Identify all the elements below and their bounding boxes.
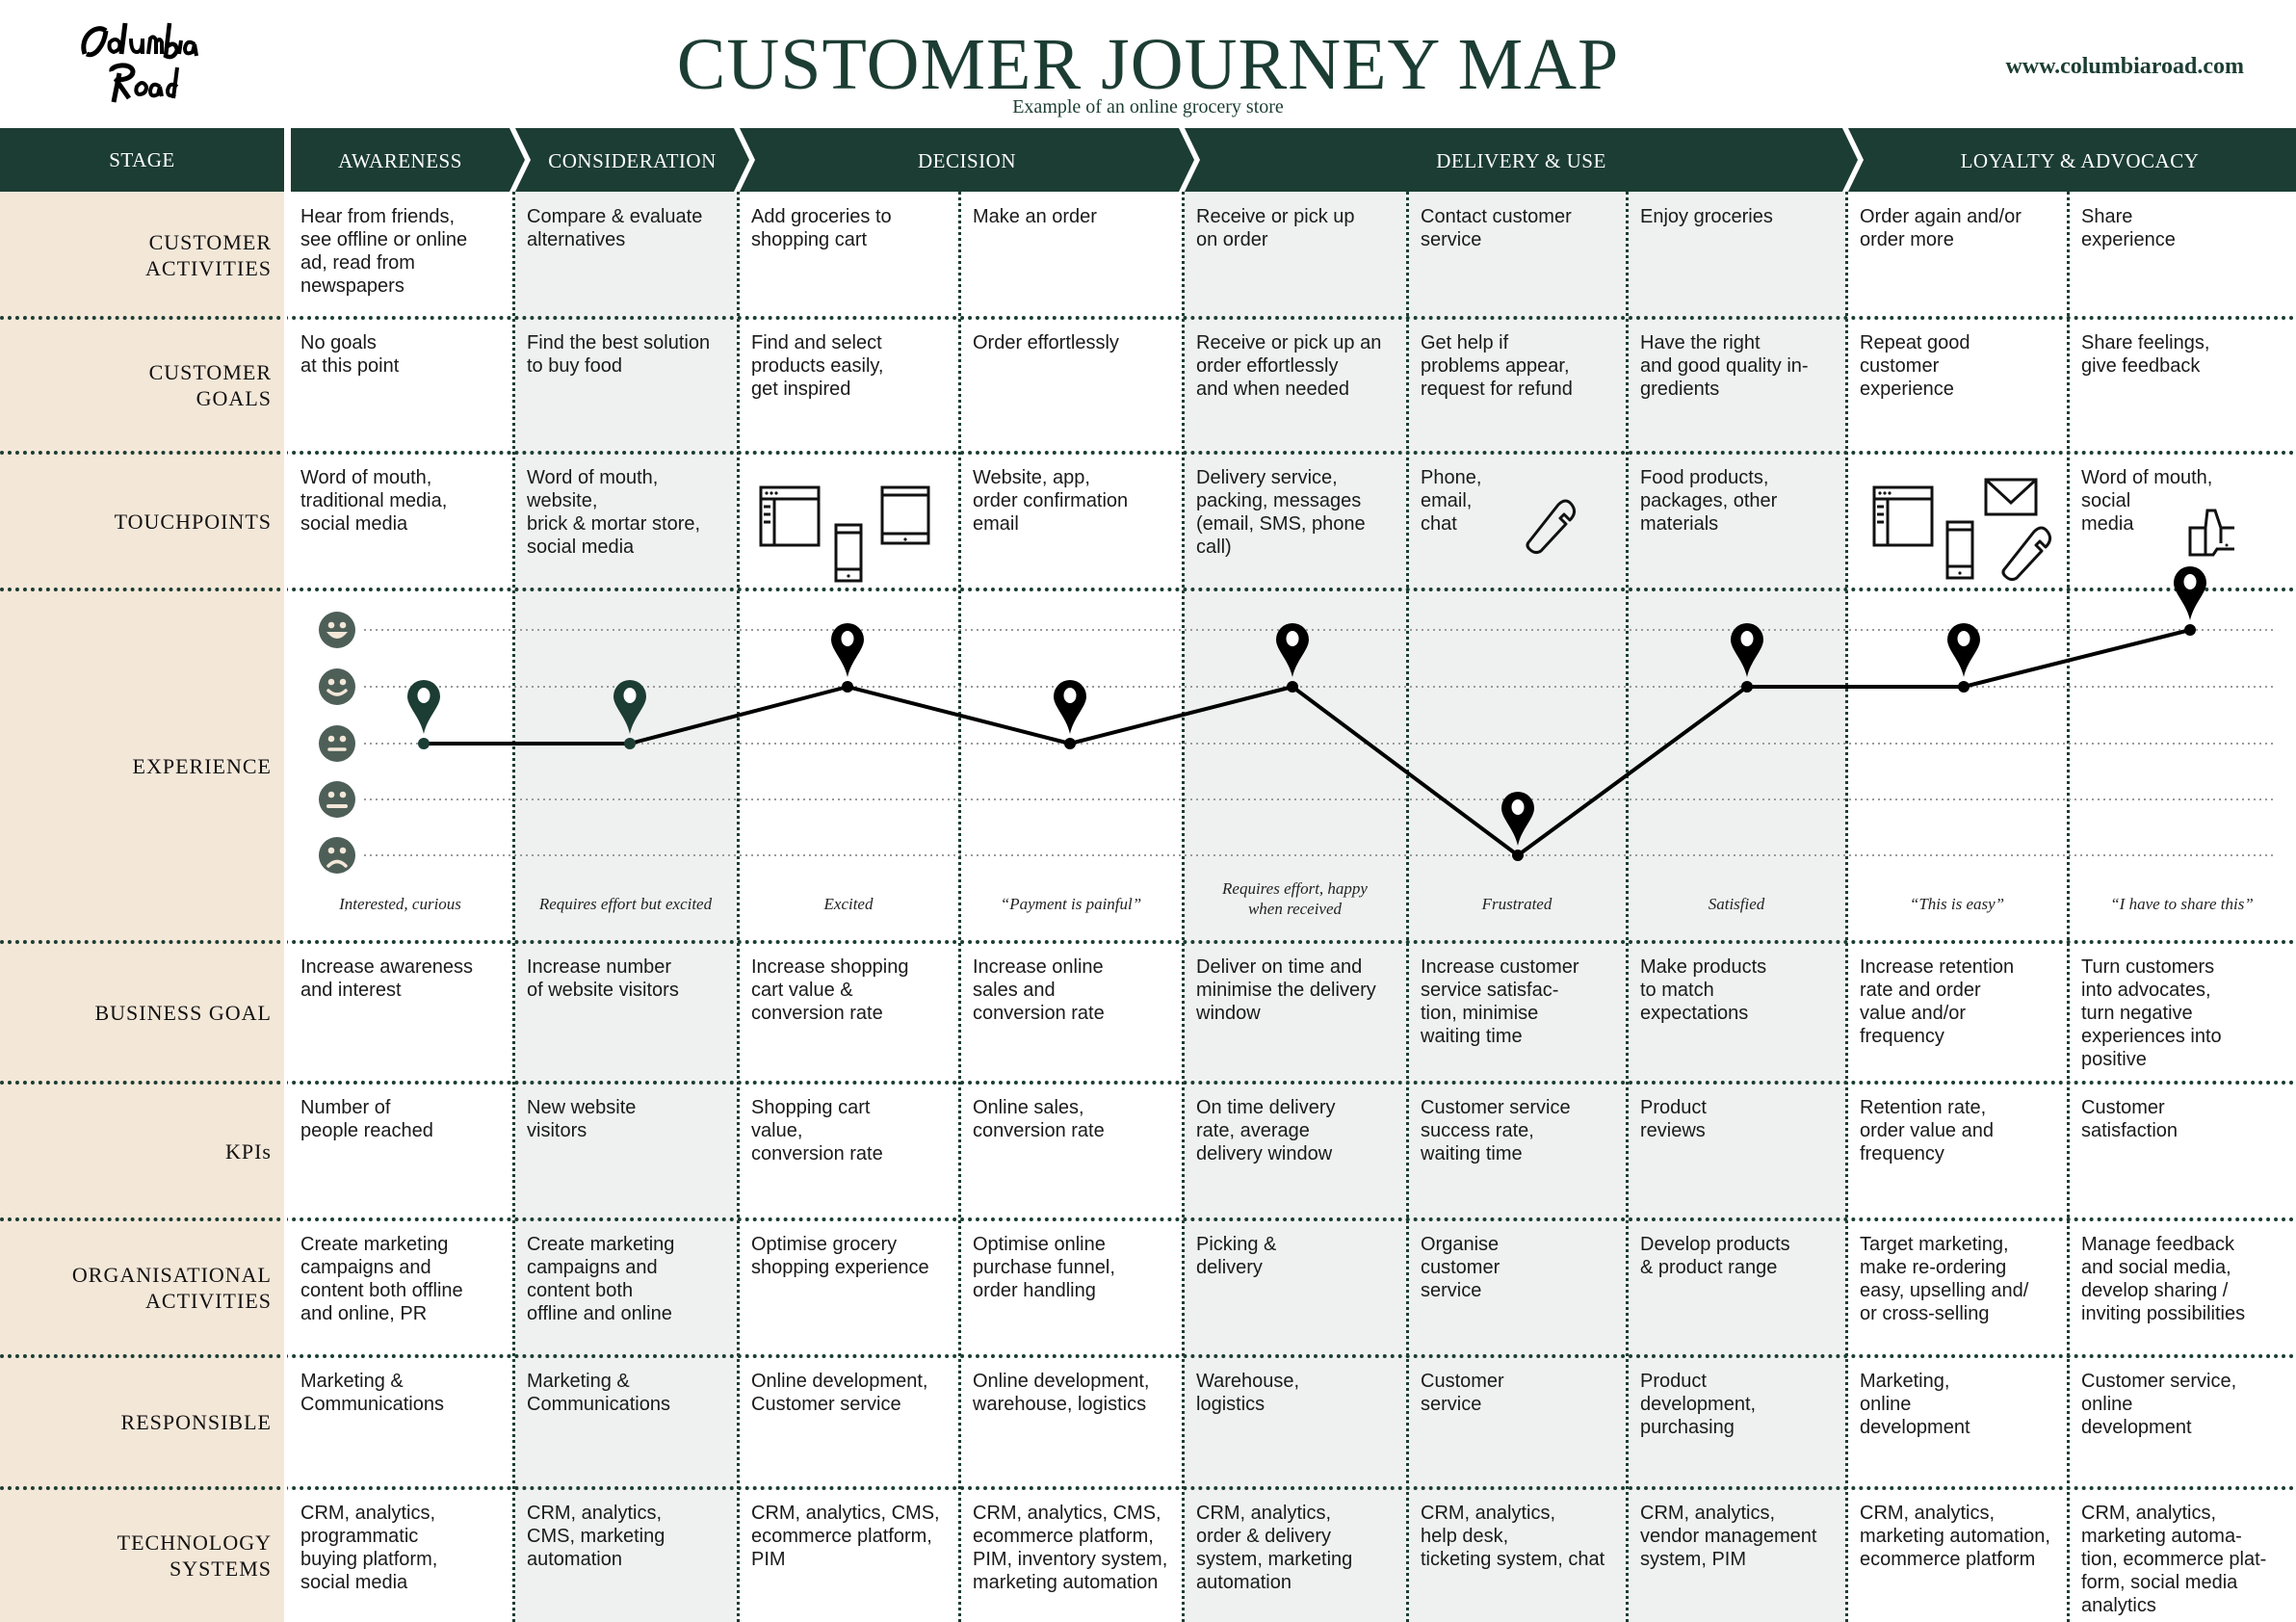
experience-point: [1741, 681, 1753, 693]
experience-point: [1287, 681, 1298, 693]
smartphone-icon: [834, 523, 863, 583]
emotion-label: “This is easy”: [1909, 895, 2005, 913]
sad-face-icon: [319, 837, 355, 874]
experience-point: [1512, 850, 1524, 861]
emotion-label: Excited: [823, 895, 874, 913]
emotion-label: Requires effort but excited: [538, 895, 713, 913]
experience-point: [418, 738, 430, 749]
experience-point: [2184, 624, 2196, 636]
emotion-label: Frustrated: [1481, 895, 1552, 913]
emotion-label: Requires effort, happy when received: [1222, 879, 1368, 918]
happy-face-icon: [319, 668, 355, 705]
very-happy-face-icon: [319, 612, 355, 648]
experience-point: [1064, 738, 1076, 749]
thumbs-up-icon: [2188, 509, 2234, 557]
experience-point: [1958, 681, 1970, 693]
browser-window-icon: [759, 485, 821, 547]
phone-handset-icon: [2001, 526, 2052, 582]
neutral-face-icon: [319, 725, 355, 762]
emotion-label: Interested, curious: [339, 895, 461, 913]
emotion-label: “Payment is painful”: [1000, 895, 1142, 913]
phone-handset-icon: [1526, 499, 1577, 555]
experience-point: [624, 738, 636, 749]
emotion-label: “I have to share this”: [2110, 895, 2254, 913]
emotion-label: Satisfied: [1708, 895, 1765, 913]
tablet-icon: [880, 485, 930, 545]
browser-window-icon: [1872, 485, 1934, 547]
unhappy-face-icon: [319, 781, 355, 818]
smartphone-icon: [1945, 520, 1974, 580]
experience-chart: [319, 566, 2273, 874]
experience-point: [842, 681, 853, 693]
envelope-icon: [1984, 478, 2038, 516]
